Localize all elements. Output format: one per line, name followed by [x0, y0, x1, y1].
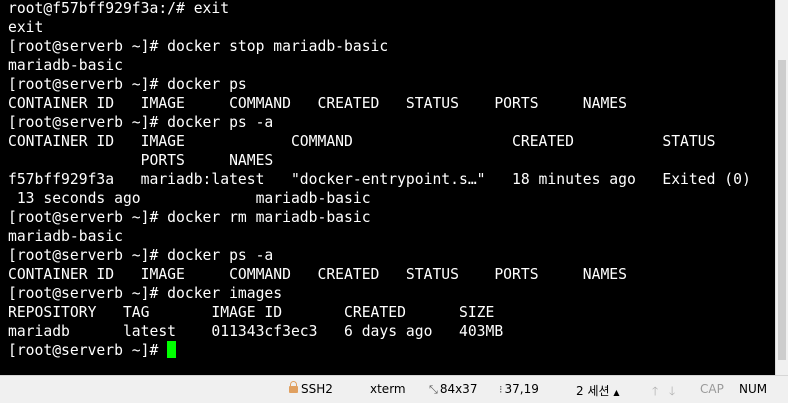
terminal-line: mariadb-basic [8, 228, 123, 245]
cursor-position-status: ⁝ 37,19 [499, 382, 539, 396]
sessions-label: 2 세션 [576, 384, 610, 398]
terminal-type-status: xterm [370, 382, 406, 396]
terminal-line: [root@serverb ~]# docker ps -a [8, 114, 274, 131]
terminal-line: exit [8, 19, 44, 36]
scroll-down-arrow-icon[interactable]: 🡓 [669, 382, 675, 403]
terminal-cursor [167, 341, 177, 358]
terminal-line: f57bff929f3a mariadb:latest "docker-entr… [8, 171, 751, 188]
terminal-line: mariadb-basic [8, 57, 123, 74]
protocol-status: SSH2 [289, 381, 333, 396]
terminal-line: root@f57bff929f3a:/# exit [8, 0, 230, 17]
terminal-size-status: ⤡ 84x37 [429, 382, 477, 397]
terminal-prompt-line[interactable]: [root@serverb ~]# [8, 341, 751, 360]
terminal-line: REPOSITORY TAG IMAGE ID CREATED SIZE [8, 304, 495, 321]
status-bar: SSH2 xterm ⤡ 84x37 ⁝ 37,19 2 세션 ▲ 🡑 🡓 CAP … [0, 375, 788, 403]
terminal-line: [root@serverb ~]# docker images [8, 285, 283, 302]
cursor-position-label: 37,19 [504, 382, 539, 396]
vertical-scrollbar[interactable] [775, 0, 788, 375]
terminal-line: CONTAINER ID IMAGE COMMAND CREATED STATU… [8, 133, 716, 150]
caret-up-icon: ▲ [613, 388, 620, 397]
terminal-line: 13 seconds ago mariadb-basic [8, 190, 371, 207]
terminal-line: mariadb latest 011343cf3ec3 6 days ago 4… [8, 323, 504, 340]
terminal-line: CONTAINER ID IMAGE COMMAND CREATED STATU… [8, 95, 627, 112]
lock-icon [289, 381, 298, 393]
caps-lock-status: CAP [700, 382, 724, 396]
resize-icon: ⤡ [429, 383, 438, 396]
terminal-size-label: 84x37 [439, 382, 478, 396]
terminal-prompt: [root@serverb ~]# [8, 342, 159, 359]
scrollbar-thumb[interactable] [778, 60, 786, 360]
terminal-line: [root@serverb ~]# docker ps -a [8, 247, 274, 264]
terminal-line: [root@serverb ~]# docker rm mariadb-basi… [8, 209, 371, 226]
protocol-label: SSH2 [301, 382, 333, 396]
scroll-up-arrow-icon[interactable]: 🡑 [652, 382, 658, 403]
terminal-line: PORTS NAMES [8, 152, 274, 169]
terminal-line: [root@serverb ~]# docker ps [8, 76, 247, 93]
terminal-line: [root@serverb ~]# docker stop mariadb-ba… [8, 38, 389, 55]
terminal-output: root@f57bff929f3a:/# exit exit [root@ser… [8, 0, 751, 360]
sessions-status[interactable]: 2 세션 ▲ [576, 382, 622, 399]
terminal-line: CONTAINER ID IMAGE COMMAND CREATED STATU… [8, 266, 627, 283]
cursor-position-icon: ⁝ [499, 383, 503, 396]
num-lock-status: NUM [739, 382, 768, 396]
terminal-window[interactable]: root@f57bff929f3a:/# exit exit [root@ser… [0, 0, 775, 375]
